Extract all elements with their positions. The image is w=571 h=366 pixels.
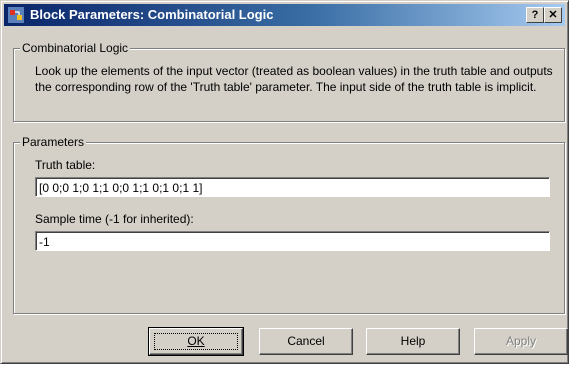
window-title: Block Parameters: Combinatorial Logic [30, 7, 274, 22]
sample-time-label: Sample time (-1 for inherited): [35, 212, 194, 226]
truth-table-label: Truth table: [35, 158, 96, 172]
question-icon[interactable]: ? [526, 7, 544, 23]
truth-table-input[interactable]: [0 0;0 1;0 1;1 0;0 1;1 0;1 0;1 1] [35, 177, 550, 197]
simulink-block-icon [8, 7, 24, 23]
focus-rectangle [154, 333, 238, 350]
sample-time-input[interactable]: -1 [35, 231, 550, 251]
cancel-button-label: Cancel [287, 334, 325, 348]
apply-button-label: Apply [505, 334, 537, 348]
title-bar[interactable]: Block Parameters: Combinatorial Logic ? … [4, 4, 565, 26]
block-parameters-dialog: Block Parameters: Combinatorial Logic ? … [0, 0, 569, 364]
ok-button[interactable]: OK [148, 327, 244, 356]
parameters-group-legend: Parameters [20, 135, 87, 149]
close-icon[interactable]: ✕ [544, 7, 562, 23]
help-button[interactable]: Help [366, 328, 460, 355]
description-group: Combinatorial Logic Look up the elements… [13, 41, 565, 122]
apply-button: Apply [474, 328, 568, 355]
description-group-legend: Combinatorial Logic [20, 41, 131, 55]
block-description: Look up the elements of the input vector… [35, 64, 553, 94]
help-button-label: Help [400, 334, 426, 348]
parameters-group: Parameters Truth table: [0 0;0 1;0 1;1 0… [13, 135, 565, 314]
cancel-button[interactable]: Cancel [259, 328, 353, 355]
